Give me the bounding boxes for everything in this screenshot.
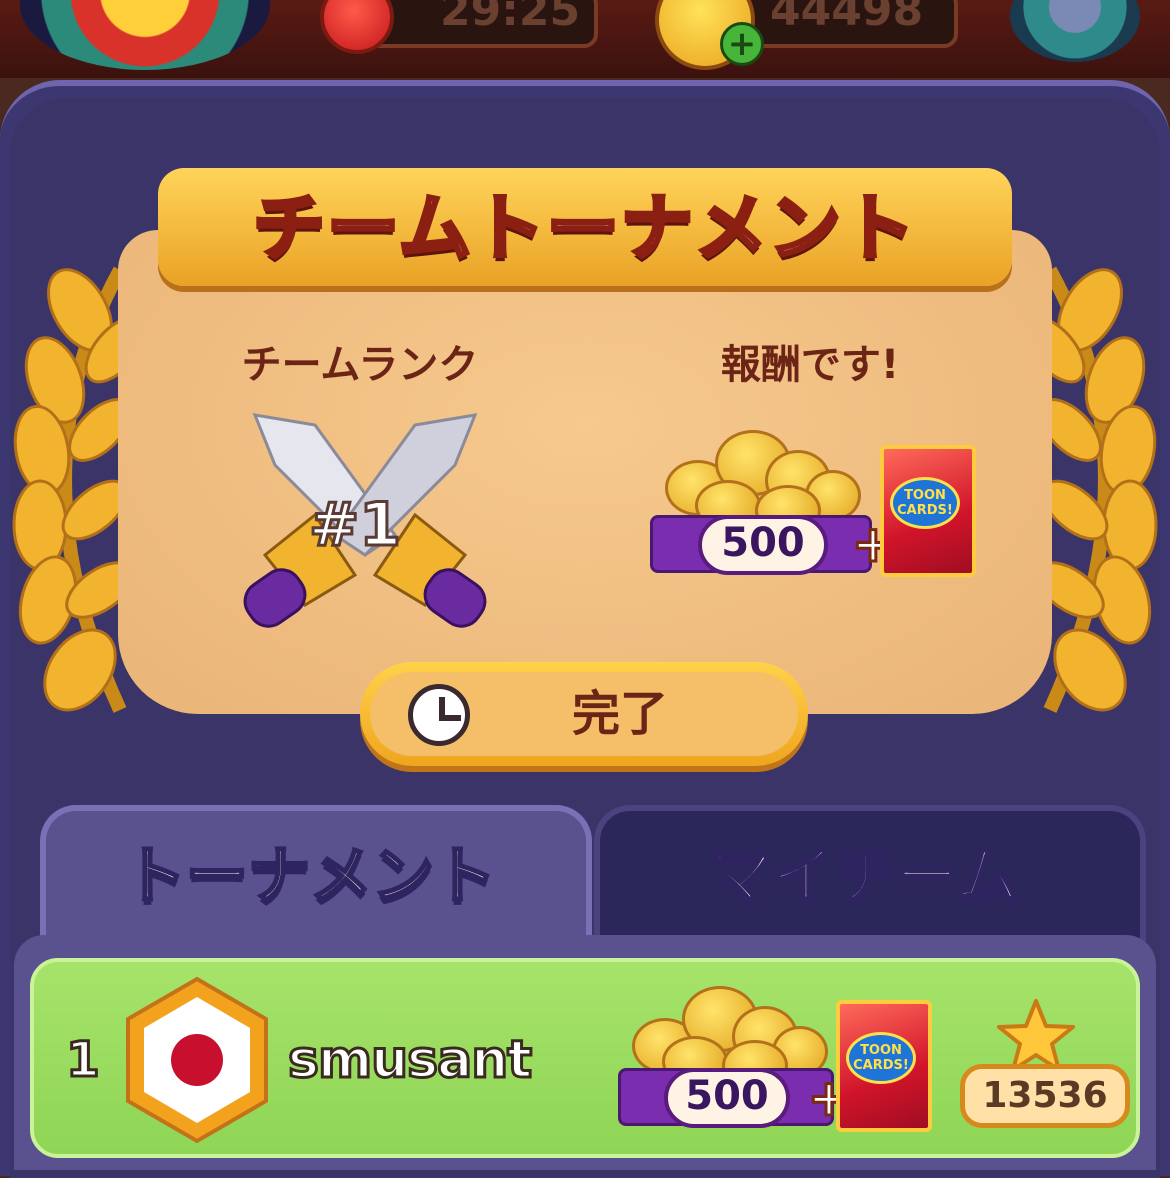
finish-button-label[interactable]: 完了 <box>360 662 880 766</box>
toon-cards-pack-icon: TOON CARDS! <box>880 445 976 577</box>
team-rank-label: チームランク <box>241 342 479 388</box>
tab-tournament-label[interactable]: トーナメント <box>40 826 580 926</box>
reward-coin-amount: 500 <box>698 515 828 575</box>
settings-gear-icon[interactable] <box>1010 0 1140 62</box>
reward-label: 報酬です! <box>720 342 900 388</box>
lives-timer: 29:25 <box>440 0 581 36</box>
row-reward-coin-amount: 500 <box>664 1068 790 1128</box>
japan-flag-badge-icon <box>126 976 268 1144</box>
player-name: smusant <box>286 1029 533 1092</box>
toon-cards-logo: TOON CARDS! <box>890 477 960 529</box>
tab-my-team-label[interactable]: マイチーム <box>594 826 1134 926</box>
row-toon-cards-logo: TOON CARDS! <box>846 1032 916 1084</box>
row-toon-cards-pack-icon: TOON CARDS! <box>836 1000 932 1132</box>
team-rank-value: #1 <box>307 489 402 562</box>
star-icon <box>997 999 1075 1072</box>
page-title: チームトーナメント <box>251 184 917 272</box>
top-status-bar: 29:25 + 44498 <box>0 0 1170 78</box>
player-avatar[interactable] <box>20 0 270 70</box>
row-rank: 1 <box>65 1031 101 1090</box>
coin-balance: 44498 <box>770 0 924 36</box>
add-coins-button[interactable]: + <box>720 22 764 66</box>
score-value: 13536 <box>960 1064 1130 1128</box>
